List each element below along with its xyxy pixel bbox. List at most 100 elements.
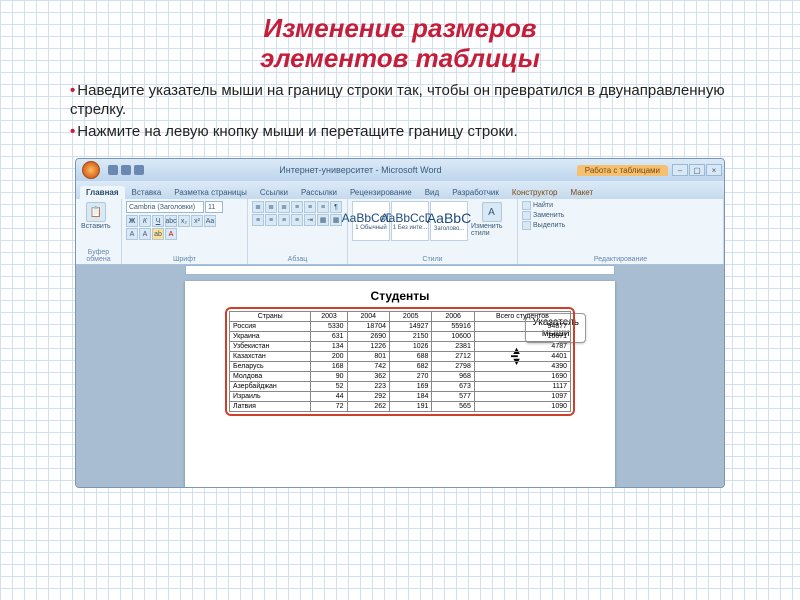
tab-insert[interactable]: Вставка [126, 186, 168, 199]
table-cell: 168 [311, 362, 347, 372]
slide-title: Изменение размеровэлементов таблицы [0, 0, 800, 80]
table-row[interactable]: Казахстан20080168827124401 [230, 352, 571, 362]
table-cell: 2712 [432, 352, 474, 362]
table-cell: 94877 [474, 322, 570, 332]
tab-page-layout[interactable]: Разметка страницы [168, 186, 253, 199]
table-cell: 801 [347, 352, 389, 362]
table-cell: 4787 [474, 342, 570, 352]
table-row[interactable]: Беларусь16874268227984390 [230, 362, 571, 372]
font-format-buttons[interactable]: ЖКЧabcx₂x²Aa AAabA [126, 215, 216, 240]
table-cell: Беларусь [230, 362, 311, 372]
close-button[interactable]: × [706, 164, 722, 176]
group-editing-label: Редактирование [522, 255, 719, 263]
horizontal-ruler[interactable] [185, 265, 615, 275]
table-row[interactable]: Молдова903622709681690 [230, 372, 571, 382]
table-row[interactable]: Россия533018704149275591694877 [230, 322, 571, 332]
table-cell: Латвия [230, 402, 311, 412]
table-row[interactable]: Латвия722621915651090 [230, 402, 571, 412]
table-row[interactable]: Израиль442921845771097 [230, 392, 571, 402]
table-header-cell: 2004 [347, 312, 389, 322]
ribbon: 📋Вставить Буфер обмена Cambria (Заголовк… [76, 199, 724, 265]
table-header-cell: 2006 [432, 312, 474, 322]
style-heading[interactable]: AaBbCЗаголово... [430, 201, 468, 241]
font-size-dropdown[interactable]: 11 [205, 201, 223, 213]
quick-access-toolbar[interactable] [108, 165, 144, 175]
tab-mailings[interactable]: Рассылки [295, 186, 343, 199]
table-cell: 1097 [474, 392, 570, 402]
group-font-label: Шрифт [126, 255, 243, 263]
contextual-tab-title: Работа с таблицами [577, 165, 668, 176]
table-cell: 16071 [474, 332, 570, 342]
find-icon [522, 201, 531, 210]
tab-home[interactable]: Главная [80, 186, 125, 199]
table-cell: 1026 [390, 342, 432, 352]
table-cell: Россия [230, 322, 311, 332]
table-row[interactable]: Узбекистан1341226102623814787 [230, 342, 571, 352]
table-cell: 968 [432, 372, 474, 382]
table-row[interactable]: Украина631269021501060016071 [230, 332, 571, 342]
save-icon [108, 165, 118, 175]
titlebar: Интернет-университет - Microsoft Word Ра… [76, 159, 724, 181]
table-cell: 72 [311, 402, 347, 412]
tab-design[interactable]: Конструктор [506, 186, 564, 199]
paragraph-buttons[interactable]: ≣≣≣≡≡≡¶ ≡≡≡≡⇥▦▦ [252, 201, 343, 226]
table-cell: Израиль [230, 392, 311, 402]
table-header-cell: 2005 [390, 312, 432, 322]
office-button[interactable] [76, 159, 106, 181]
group-clipboard-label: Буфер обмена [80, 248, 117, 263]
table-cell: 270 [390, 372, 432, 382]
tab-review[interactable]: Рецензирование [344, 186, 418, 199]
tab-developer[interactable]: Разработчик [446, 186, 505, 199]
table-cell: 223 [347, 382, 389, 392]
group-paragraph-label: Абзац [252, 255, 343, 263]
document-page[interactable]: Студенты Страны2003200420052006Всего сту… [185, 281, 615, 488]
table-header-cell: Всего студентов [474, 312, 570, 322]
table-cell: 688 [390, 352, 432, 362]
styles-gallery[interactable]: AaBbCcDc1 Обычный AaBbCcDc1 Без инте... … [352, 201, 468, 241]
replace-icon [522, 211, 531, 220]
table-row[interactable]: Азербайджан522231696731117 [230, 382, 571, 392]
table-cell: 191 [390, 402, 432, 412]
select-button[interactable]: Выделить [522, 221, 565, 230]
table-cell: 742 [347, 362, 389, 372]
replace-button[interactable]: Заменить [522, 211, 565, 220]
table-cell: 10600 [432, 332, 474, 342]
instruction-1: •Наведите указатель мыши на границу стро… [0, 80, 800, 122]
table-header-row: Страны2003200420052006Всего студентов [230, 312, 571, 322]
table-cell: 1690 [474, 372, 570, 382]
style-no-spacing[interactable]: AaBbCcDc1 Без инте... [391, 201, 429, 241]
table-cell: 262 [347, 402, 389, 412]
maximize-button[interactable]: ▢ [689, 164, 705, 176]
table-header-cell: 2003 [311, 312, 347, 322]
document-area: Указательмыши ▲━▼ Студенты Страны2003200… [76, 265, 724, 488]
table-header-cell: Страны [230, 312, 311, 322]
table-cell: 55916 [432, 322, 474, 332]
table-cell: 52 [311, 382, 347, 392]
tab-references[interactable]: Ссылки [254, 186, 294, 199]
paste-button[interactable]: 📋Вставить [80, 201, 112, 231]
font-name-dropdown[interactable]: Cambria (Заголовки) [126, 201, 204, 213]
table-cell: 1090 [474, 402, 570, 412]
word-window: Интернет-университет - Microsoft Word Ра… [75, 158, 725, 488]
find-button[interactable]: Найти [522, 201, 565, 210]
table-cell: 4390 [474, 362, 570, 372]
tab-view[interactable]: Вид [419, 186, 445, 199]
table-cell: 2381 [432, 342, 474, 352]
table-cell: 44 [311, 392, 347, 402]
table-cell: 362 [347, 372, 389, 382]
table-cell: 90 [311, 372, 347, 382]
table-cell: 200 [311, 352, 347, 362]
tab-layout[interactable]: Макет [564, 186, 599, 199]
table-cell: 292 [347, 392, 389, 402]
select-icon [522, 221, 531, 230]
minimize-button[interactable]: – [672, 164, 688, 176]
table-cell: 2798 [432, 362, 474, 372]
table-cell: 14927 [390, 322, 432, 332]
table-cell: 2150 [390, 332, 432, 342]
table-cell: 5330 [311, 322, 347, 332]
students-table[interactable]: Страны2003200420052006Всего студентов Ро… [229, 311, 571, 412]
table-cell: Азербайджан [230, 382, 311, 392]
change-styles-button[interactable]: AИзменить стили [470, 201, 513, 238]
change-styles-icon: A [482, 202, 502, 222]
instruction-2: •Нажмите на левую кнопку мыши и перетащи… [0, 121, 800, 144]
